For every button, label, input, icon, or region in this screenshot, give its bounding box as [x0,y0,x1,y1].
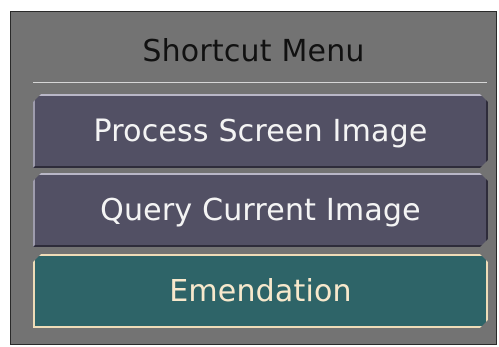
process-screen-image-label: Process Screen Image [93,113,428,149]
emendation-label: Emendation [169,273,352,309]
emendation-button[interactable]: Emendation [33,254,488,328]
process-screen-image-button[interactable]: Process Screen Image [33,94,488,168]
title-divider [33,82,487,83]
shortcut-menu-panel: Shortcut Menu Process Screen Image Query… [10,11,497,345]
query-current-image-label: Query Current Image [100,192,421,228]
query-current-image-button[interactable]: Query Current Image [33,173,488,247]
menu-title: Shortcut Menu [142,34,365,69]
